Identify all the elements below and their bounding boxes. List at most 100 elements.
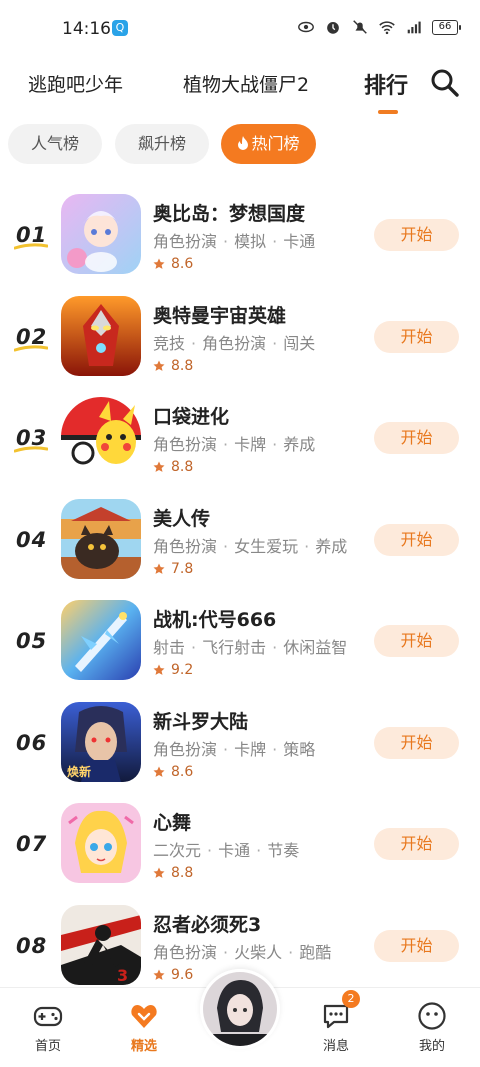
game-rating: 8.6 [153,256,193,272]
game-tags: 角色扮演 · 火柴人 · 跑酷 [153,942,332,962]
svg-text:3: 3 [117,966,128,985]
chip-label: 飙升榜 [137,134,186,153]
game-icon[interactable] [61,194,141,274]
game-tags: 角色扮演 · 卡牌 · 养成 [153,435,316,454]
game-rating: 8.6 [153,764,193,780]
list-item[interactable]: 07 心舞 二次元 · 卡通 · 节奏 8.8 开始 [0,794,480,896]
mute-icon [353,20,367,34]
rank-number: 07 [16,832,48,856]
game-name: 心舞 [153,812,192,834]
game-icon[interactable] [61,295,141,376]
battery-indicator: 66 [432,19,461,35]
flame-icon [238,136,249,150]
nav-messages[interactable]: 2 消息 [306,990,366,1054]
nav-label: 消息 [322,1039,349,1054]
wifi-icon [379,21,395,35]
list-item[interactable]: 04 美人传 角色扮演 · 女生爱玩 · 养成 7.8 开始 [0,490,480,592]
game-name: 奥特曼宇宙英雄 [153,304,287,327]
game-ranking-list: 01 奥比岛：梦想国度 角色扮演 · 模拟 · 卡通 8.6 开始 02 奥特曼宇宙英雄… [0,185,480,997]
nav-profile[interactable]: 我的 [402,1000,462,1054]
game-tags: 角色扮演 · 模拟 · 卡通 [153,232,316,251]
rank-number: 06 [16,730,48,755]
star-icon [153,867,165,878]
start-button[interactable]: 开始 [374,320,459,353]
tab-escape-boy[interactable]: 逃跑吧少年 [28,70,123,97]
rank-highlight-mark [14,344,48,351]
game-name: 美人传 [153,507,211,530]
smiley-icon [418,1002,446,1030]
list-item[interactable]: 02 奥特曼宇宙英雄 竞技 · 角色扮演 · 闯关 8.8 开始 [0,287,480,389]
game-icon[interactable]: 3 [61,904,141,985]
avatar-image [203,972,277,1046]
game-rating: 7.8 [153,561,193,577]
game-name: 奥比岛：梦想国度 [153,203,306,225]
star-icon [153,258,165,269]
list-item[interactable]: 05 战机:代号666 射击 · 飞行射击 · 休闲益智 9.2 开始 [0,591,480,693]
game-rating: 8.8 [153,865,193,881]
game-tags: 二次元 · 卡通 · 节奏 [153,841,300,860]
ranking-filter-chips: 人气榜 飙升榜 热门榜 [0,124,480,168]
start-button[interactable]: 开始 [374,929,459,962]
status-icons: 66 [297,18,461,36]
game-icon[interactable] [61,803,141,883]
alarm-icon [327,22,339,34]
star-icon [153,766,165,777]
notification-app-icon: Q [112,20,128,36]
start-button[interactable]: 开始 [374,828,459,860]
list-item[interactable]: 01 奥比岛：梦想国度 角色扮演 · 模拟 · 卡通 8.6 开始 [0,185,480,287]
nav-label: 精选 [130,1039,157,1054]
chip-rising[interactable]: 飙升榜 [115,124,209,164]
rank-highlight-mark [14,446,48,453]
start-button[interactable]: 开始 [374,523,459,556]
start-button[interactable]: 开始 [374,726,459,759]
nav-home[interactable]: 首页 [18,1000,78,1054]
game-tags: 角色扮演 · 女生爱玩 · 养成 [153,536,348,556]
game-name: 忍者必须死3 [153,913,262,936]
game-icon[interactable]: 焕新 [61,701,141,782]
rank-highlight-mark [14,243,48,250]
top-tab-bar: 逃跑吧少年 植物大战僵尸2 排行 [0,58,480,118]
chip-label: 人气榜 [30,134,79,153]
rank-number: 04 [16,527,48,552]
signal-icon [407,21,421,34]
star-icon [153,969,165,980]
start-button[interactable]: 开始 [374,422,459,454]
status-bar: 14:16 Q 66 [0,0,480,58]
game-icon[interactable] [61,498,141,579]
gamepad-icon [33,1006,63,1027]
game-tags: 竞技 · 角色扮演 · 闯关 [153,333,316,353]
icon-badge-text: 焕新 [67,764,91,779]
chip-popular[interactable]: 人气榜 [8,124,102,164]
game-name: 战机:代号666 [153,609,277,631]
game-name: 新斗罗大陆 [153,710,249,733]
start-button[interactable]: 开始 [374,219,459,251]
game-rating: 9.2 [153,662,193,678]
status-time: 14:16 [62,19,111,39]
nav-label: 首页 [34,1039,61,1054]
star-icon [153,360,165,371]
game-tags: 射击 · 飞行射击 · 休闲益智 [153,638,348,657]
search-icon[interactable] [428,66,462,100]
list-item[interactable]: 06 焕新 新斗罗大陆 角色扮演 · 卡牌 · 策略 8.6 开始 [0,693,480,795]
game-icon[interactable] [61,397,141,477]
chip-hot[interactable]: 热门榜 [221,124,316,164]
star-icon [153,461,165,472]
rank-number: 08 [16,933,48,958]
game-rating: 9.6 [153,967,193,983]
tab-pvz2[interactable]: 植物大战僵尸2 [183,70,309,97]
game-rating: 8.8 [153,459,193,475]
star-icon [153,664,165,675]
game-icon[interactable] [61,600,141,680]
eye-icon [298,21,314,33]
center-avatar-button[interactable] [200,969,280,1049]
tab-ranking[interactable]: 排行 [364,68,408,100]
nav-label: 我的 [418,1039,445,1054]
list-item[interactable]: 03 口袋进化 角色扮演 · 卡牌 · 养成 8.8 开始 [0,388,480,490]
game-name: 口袋进化 [153,406,230,428]
active-tab-indicator [378,110,398,114]
nav-featured[interactable]: 精选 [114,1000,174,1054]
game-rating: 8.8 [153,358,193,374]
message-count-badge: 2 [342,990,360,1008]
start-button[interactable]: 开始 [374,625,459,657]
chip-label: 热门榜 [251,134,300,153]
